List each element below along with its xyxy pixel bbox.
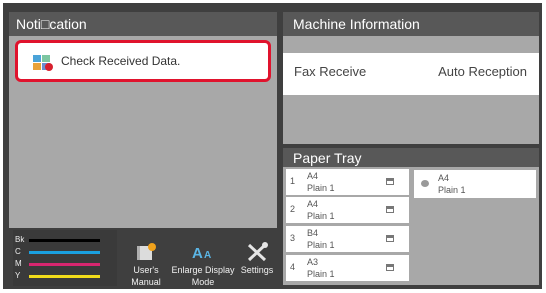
- tray-type: Plain 1: [307, 269, 335, 279]
- notification-message: Check Received Data.: [61, 54, 181, 68]
- tray-type: Plain 1: [307, 211, 335, 221]
- enlarge-display-button[interactable]: A A Enlarge Display Mode: [168, 242, 238, 288]
- tray-icon: [386, 264, 394, 271]
- toner-row-m: M: [13, 259, 117, 269]
- tray-size: B4: [307, 228, 319, 238]
- toner-row-y: Y: [13, 271, 117, 281]
- toner-bar: [29, 239, 100, 242]
- book-icon: [134, 242, 158, 262]
- tray-icon: [386, 178, 394, 185]
- toner-label: Y: [15, 271, 21, 280]
- tray-number: 4: [290, 262, 296, 272]
- toner-label: M: [15, 259, 22, 268]
- tray-number: 3: [290, 233, 296, 243]
- toner-row-bk: Bk: [13, 235, 117, 245]
- tray-size: A4: [307, 171, 319, 181]
- users-manual-label: User's: [133, 265, 159, 275]
- bypass-size: A4: [438, 173, 450, 183]
- toner-row-c: C: [13, 247, 117, 257]
- enlarge-display-label: Enlarge Display: [171, 265, 235, 275]
- toner-label: Bk: [15, 235, 25, 244]
- tray-icon: [386, 206, 394, 213]
- tray-type: Plain 1: [307, 183, 335, 193]
- toner-bar: [29, 251, 100, 254]
- enlarge-display-label-2: Mode: [191, 277, 215, 287]
- tray-type: Plain 1: [307, 240, 335, 250]
- machine-info-title: Machine Information: [293, 16, 420, 32]
- tray-size: A4: [307, 199, 319, 209]
- tray-2[interactable]: 2 A4 Plain 1: [286, 197, 409, 223]
- notification-title: Noti□cation: [16, 16, 87, 32]
- tray-3[interactable]: 3 B4 Plain 1: [286, 226, 409, 252]
- bypass-tray-icon: [421, 180, 429, 187]
- svg-text:A: A: [192, 245, 203, 262]
- users-manual-label-2: Manual: [131, 277, 161, 287]
- notification-panel: Noti□cation Check Received Data.: [9, 12, 277, 228]
- bypass-tray[interactable]: A4 Plain 1: [414, 170, 536, 198]
- tray-icon: [386, 235, 394, 242]
- toner-bar: [29, 263, 100, 266]
- settings-button[interactable]: Settings: [234, 242, 280, 276]
- toner-label: C: [15, 247, 21, 256]
- paper-tray-title: Paper Tray: [293, 150, 362, 166]
- bypass-type: Plain 1: [438, 185, 466, 195]
- tray-number: 1: [290, 176, 296, 186]
- tools-icon: [245, 242, 269, 262]
- paper-tray-panel: Paper Tray 1 A4 Plain 1 2 A4 Plain 1 3 B…: [283, 148, 539, 285]
- notification-item[interactable]: Check Received Data.: [15, 40, 271, 82]
- fax-receive-label: Fax Receive: [294, 64, 367, 79]
- tray-size: A3: [307, 257, 319, 267]
- enlarge-text-icon: A A: [191, 242, 215, 262]
- tray-number: 2: [290, 204, 296, 214]
- machine-info-panel: Machine Information Fax Receive Auto Rec…: [283, 12, 539, 144]
- svg-text:A: A: [204, 250, 211, 261]
- received-data-icon: [33, 55, 53, 71]
- tray-1[interactable]: 1 A4 Plain 1: [286, 169, 409, 195]
- toner-level-panel: Bk C M Y: [13, 230, 117, 286]
- tray-4[interactable]: 4 A3 Plain 1: [286, 255, 409, 281]
- fax-receive-value: Auto Reception: [438, 64, 527, 79]
- users-manual-button[interactable]: User's Manual: [128, 242, 164, 288]
- toner-bar: [29, 275, 100, 278]
- settings-label: Settings: [240, 265, 274, 275]
- fax-receive-row[interactable]: Fax Receive Auto Reception: [283, 53, 539, 95]
